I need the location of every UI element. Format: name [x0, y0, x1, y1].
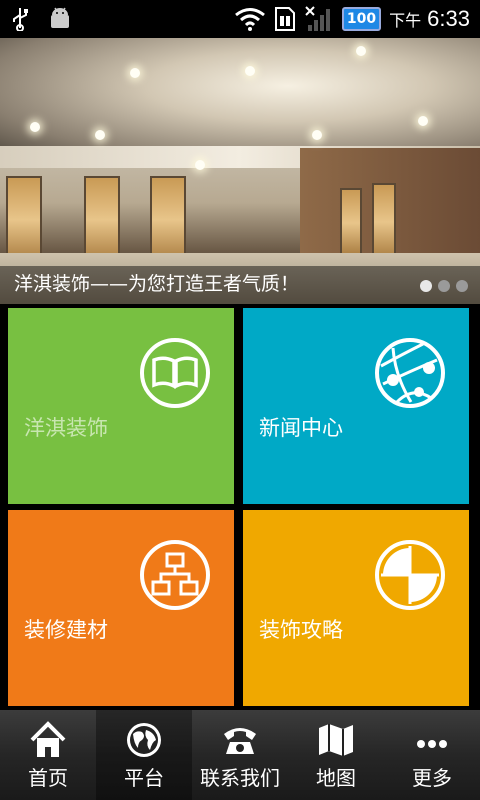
tile-label: 新闻中心 — [259, 416, 343, 440]
globe-icon — [127, 723, 161, 757]
book-icon — [140, 338, 210, 408]
signal-icon — [305, 6, 330, 31]
nav-label: 联系我们 — [200, 766, 280, 790]
status-right: 100 下午 6:33 — [234, 4, 470, 34]
status-ampm: 下午 — [389, 11, 422, 30]
carousel-dot[interactable] — [456, 280, 468, 292]
banner-image — [0, 38, 480, 158]
nav-item-platform[interactable]: 平台 — [96, 710, 192, 800]
tile-label: 洋淇装饰 — [24, 416, 108, 440]
map-icon — [319, 724, 353, 756]
android-debug-icon — [51, 7, 69, 28]
carousel-dot[interactable] — [420, 280, 432, 292]
nav-item-home[interactable]: 首页 — [0, 710, 96, 800]
sim-icon — [274, 7, 295, 31]
bottom-nav: 首页 平台 联系我们 地图 更多 — [0, 710, 480, 800]
nav-label: 更多 — [412, 766, 452, 790]
wifi-icon — [234, 8, 265, 31]
tile-label: 装饰攻略 — [259, 618, 343, 642]
banner-caption: 洋淇装饰——为您打造王者气质！ — [14, 273, 300, 295]
status-left — [10, 6, 72, 32]
tile-building-materials[interactable]: 装修建材 — [8, 510, 234, 706]
nav-label: 地图 — [316, 766, 356, 790]
tile-news-center[interactable]: 新闻中心 — [243, 308, 469, 504]
sitemap-icon — [140, 540, 210, 610]
status-bar: 100 下午 6:33 — [0, 0, 480, 38]
pie-quadrant-icon — [375, 540, 445, 610]
tile-decoration-guide[interactable]: 装饰攻略 — [243, 510, 469, 706]
home-icon — [30, 721, 66, 757]
telephone-icon — [224, 728, 256, 754]
nav-label: 首页 — [28, 766, 68, 790]
carousel-dot[interactable] — [438, 280, 450, 292]
tile-yangqi-decoration[interactable]: 洋淇装饰 — [8, 308, 234, 504]
nav-item-map[interactable]: 地图 — [288, 710, 384, 800]
nav-label: 平台 — [124, 766, 164, 790]
banner-carousel[interactable]: 洋淇装饰——为您打造王者气质！ — [0, 38, 480, 304]
carousel-dots — [420, 280, 468, 292]
tile-label: 装修建材 — [24, 618, 108, 642]
globe-network-icon — [375, 338, 445, 408]
usb-icon — [13, 8, 28, 31]
nav-item-more[interactable]: 更多 — [384, 710, 480, 800]
battery-icon: 100 — [341, 7, 382, 31]
status-time: 6:33 — [427, 6, 470, 31]
nav-item-contact[interactable]: 联系我们 — [192, 710, 288, 800]
more-icon — [417, 740, 447, 748]
